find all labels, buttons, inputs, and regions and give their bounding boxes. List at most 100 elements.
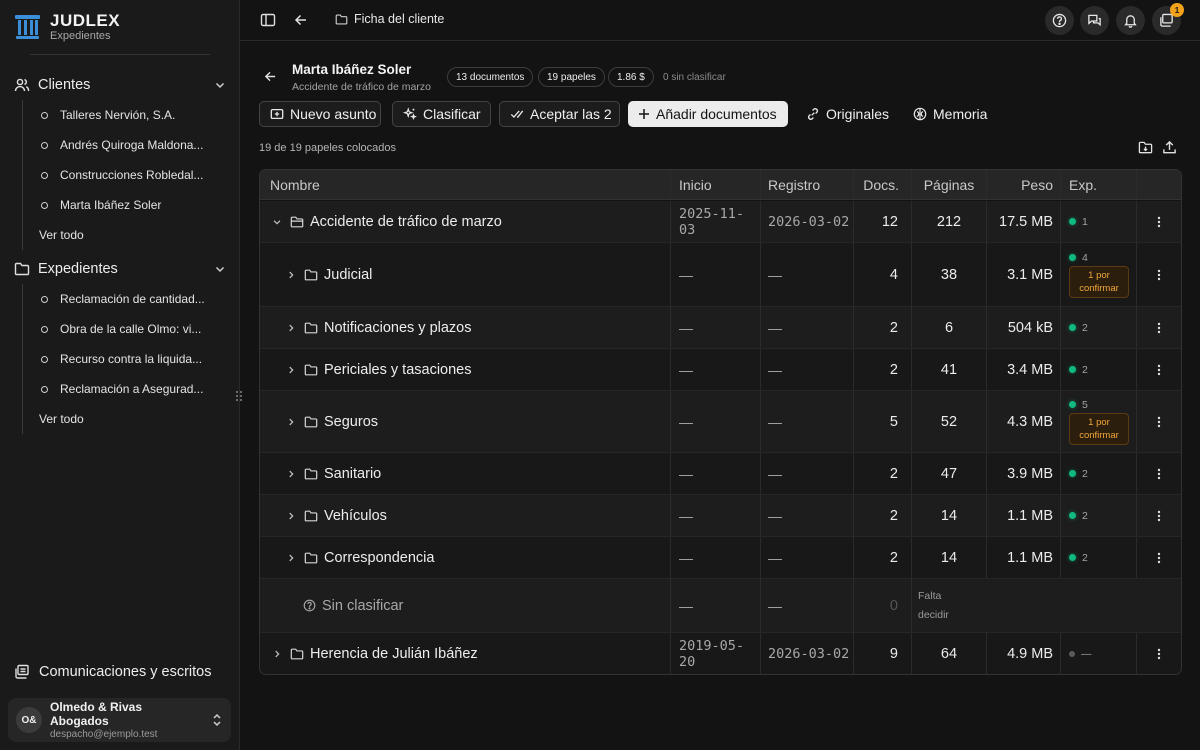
row-menu-button[interactable] bbox=[1137, 537, 1181, 578]
classify-button[interactable]: Clasificar bbox=[392, 101, 491, 127]
new-case-label: Nuevo asunto bbox=[290, 106, 377, 122]
table-row[interactable]: Vehículos — — 2 14 1.1 MB 2 bbox=[260, 495, 1181, 537]
row-name: Herencia de Julián Ibáñez bbox=[260, 633, 671, 674]
sidebar-item-client[interactable]: Marta Ibáñez Soler bbox=[23, 190, 240, 220]
notifications-button[interactable] bbox=[1116, 6, 1145, 35]
row-menu-button[interactable] bbox=[1137, 201, 1181, 242]
more-vertical-icon bbox=[1157, 322, 1161, 334]
exp-count: 4 bbox=[1082, 251, 1088, 264]
chevron-right-icon[interactable] bbox=[284, 469, 298, 479]
sidebar-item-client[interactable]: Andrés Quiroga Maldona... bbox=[23, 130, 240, 160]
chevron-down-icon[interactable] bbox=[214, 79, 226, 91]
chevron-right-icon[interactable] bbox=[284, 553, 298, 563]
tasks-button[interactable]: 1 bbox=[1152, 3, 1184, 35]
row-registry: — bbox=[761, 307, 854, 348]
table-row[interactable]: Sin clasificar — — 0 Falta decidir bbox=[260, 579, 1181, 633]
row-exp: 2 bbox=[1061, 453, 1137, 494]
row-menu-button[interactable] bbox=[1137, 391, 1181, 452]
chevron-right-icon[interactable] bbox=[284, 511, 298, 521]
memory-button[interactable]: Memoria bbox=[903, 101, 997, 127]
column-header-weight[interactable]: Peso bbox=[987, 170, 1061, 199]
sidebar-item-label: Reclamación de cantidad... bbox=[60, 292, 205, 306]
column-header-pages[interactable]: Páginas bbox=[912, 170, 987, 199]
table-row[interactable]: Correspondencia — — 2 14 1.1 MB 2 bbox=[260, 537, 1181, 579]
row-menu-button[interactable] bbox=[1137, 495, 1181, 536]
chevron-right-icon[interactable] bbox=[284, 417, 298, 427]
table-row[interactable]: Judicial — — 4 38 3.1 MB 4 1 por confirma… bbox=[260, 243, 1181, 307]
divider bbox=[30, 54, 210, 55]
copy-icon bbox=[806, 107, 820, 121]
table-header: Nombre Inicio Registro Docs. Páginas Pes… bbox=[260, 170, 1181, 200]
row-menu-button[interactable] bbox=[1137, 243, 1181, 306]
folder-download-icon[interactable] bbox=[1138, 140, 1154, 156]
row-menu-button[interactable] bbox=[1137, 453, 1181, 494]
table-row[interactable]: Seguros — — 5 52 4.3 MB 5 1 por confirmar bbox=[260, 391, 1181, 453]
add-documents-button[interactable]: Añadir documentos bbox=[628, 101, 788, 127]
clients-view-all-link[interactable]: Ver todo bbox=[23, 220, 240, 250]
row-name-label: Seguros bbox=[324, 413, 379, 430]
chevron-right-icon[interactable] bbox=[270, 649, 284, 659]
table-row[interactable]: Notificaciones y plazos — — 2 6 504 kB 2 bbox=[260, 307, 1181, 349]
status-dot bbox=[1069, 401, 1076, 408]
brand[interactable]: JUDLEX Expedientes bbox=[14, 12, 120, 42]
chat-button[interactable] bbox=[1080, 6, 1109, 35]
memory-label: Memoria bbox=[933, 106, 988, 122]
column-header-docs[interactable]: Docs. bbox=[854, 170, 912, 199]
row-pages: 52 bbox=[912, 391, 987, 452]
folder-icon bbox=[304, 509, 318, 523]
table-row[interactable]: Herencia de Julián Ibáñez 2019-05-20 202… bbox=[260, 633, 1181, 674]
app: JUDLEX Expedientes Clientes Talleres Ner… bbox=[0, 0, 1200, 750]
sidebar-item-client[interactable]: Construcciones Robledal... bbox=[23, 160, 240, 190]
row-weight: 3.9 MB bbox=[987, 453, 1061, 494]
originals-button[interactable]: Originales bbox=[796, 101, 899, 127]
sidebar-item-client[interactable]: Talleres Nervión, S.A. bbox=[23, 100, 240, 130]
upload-icon[interactable] bbox=[1162, 140, 1178, 156]
chevron-right-icon[interactable] bbox=[284, 270, 298, 280]
back-arrow-icon[interactable] bbox=[291, 10, 311, 30]
table-row[interactable]: Accidente de tráfico de marzo 2025-11-03… bbox=[260, 201, 1181, 243]
pending-confirm-badge[interactable]: 1 por confirmar bbox=[1069, 412, 1129, 445]
bell-icon bbox=[1123, 13, 1138, 28]
table-row[interactable]: Periciales y tasaciones — — 2 41 3.4 MB … bbox=[260, 349, 1181, 391]
new-case-button[interactable]: Nuevo asunto bbox=[259, 101, 381, 127]
sidebar-item-case[interactable]: Reclamación a Asegurad... bbox=[23, 374, 240, 404]
row-exp: 4 1 por confirmar bbox=[1061, 243, 1137, 306]
table-row[interactable]: Sanitario — — 2 47 3.9 MB 2 bbox=[260, 453, 1181, 495]
account-switcher[interactable]: O& Olmedo & Rivas Abogados despacho@ejem… bbox=[8, 698, 231, 742]
column-header-start[interactable]: Inicio bbox=[671, 170, 761, 199]
row-weight: 4.3 MB bbox=[987, 391, 1061, 452]
row-pages: 64 bbox=[912, 633, 987, 674]
column-header-exp[interactable]: Exp. bbox=[1061, 170, 1137, 199]
clients-list: Talleres Nervión, S.A. Andrés Quiroga Ma… bbox=[22, 100, 240, 250]
row-menu-button[interactable] bbox=[1137, 349, 1181, 390]
sidebar-toggle-icon[interactable] bbox=[258, 10, 278, 30]
accept-button[interactable]: Aceptar las 2 bbox=[499, 101, 620, 127]
sidebar-item-case[interactable]: Reclamación de cantidad... bbox=[23, 284, 240, 314]
help-button[interactable] bbox=[1045, 6, 1074, 35]
cases-header[interactable]: Expedientes bbox=[0, 255, 240, 283]
back-arrow-icon[interactable] bbox=[264, 70, 277, 83]
sidebar-item-comms[interactable]: Comunicaciones y escritos bbox=[14, 664, 211, 680]
cases-view-all-link[interactable]: Ver todo bbox=[23, 404, 240, 434]
chevron-right-icon[interactable] bbox=[284, 323, 298, 333]
brand-subtitle: Expedientes bbox=[50, 30, 111, 42]
breadcrumb[interactable]: Ficha del cliente bbox=[335, 12, 444, 26]
row-menu-button[interactable] bbox=[1137, 307, 1181, 348]
row-weight: 504 kB bbox=[987, 307, 1061, 348]
view-all-label: Ver todo bbox=[39, 412, 84, 426]
chevron-down-icon[interactable] bbox=[214, 263, 226, 275]
chevron-up-down-icon bbox=[211, 713, 223, 727]
column-header-name[interactable]: Nombre bbox=[260, 170, 671, 199]
sidebar-item-case[interactable]: Recurso contra la liquida... bbox=[23, 344, 240, 374]
sidebar-item-case[interactable]: Obra de la calle Olmo: vi... bbox=[23, 314, 240, 344]
pending-confirm-badge[interactable]: 1 por confirmar bbox=[1069, 265, 1129, 298]
row-docs: 2 bbox=[854, 453, 912, 494]
notification-badge: 1 bbox=[1170, 3, 1184, 17]
chevron-right-icon[interactable] bbox=[284, 365, 298, 375]
row-registry: — bbox=[761, 243, 854, 306]
more-vertical-icon bbox=[1157, 648, 1161, 660]
column-header-registry[interactable]: Registro bbox=[761, 170, 854, 199]
row-menu-button[interactable] bbox=[1137, 633, 1181, 674]
chevron-down-icon[interactable] bbox=[270, 217, 284, 227]
clients-header[interactable]: Clientes bbox=[0, 71, 240, 99]
